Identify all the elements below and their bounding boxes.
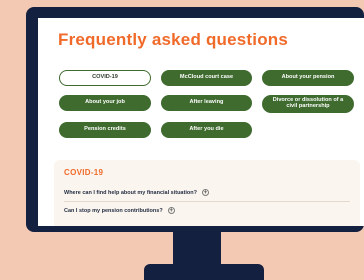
faq-category-button-pension-credits[interactable]: Pension credits [59, 122, 151, 138]
faq-category-label: About your job [85, 99, 125, 106]
plus-circle-icon: + [201, 189, 209, 196]
faq-category-button-after-leaving[interactable]: After leaving [161, 95, 252, 111]
faq-category-label: After you die [189, 126, 224, 133]
webpage-screen: Frequently asked questions COVID-19 McCl… [38, 18, 364, 226]
faq-category-button-divorce-or-dissolution[interactable]: Divorce or dissolution of a civil partne… [262, 95, 354, 113]
page-title: Frequently asked questions [58, 30, 289, 49]
monitor-stand [144, 264, 264, 280]
faq-content-panel: COVID-19 Where can I find help about my … [54, 160, 360, 226]
faq-category-label: McCloud court case [179, 74, 234, 81]
divider [64, 201, 350, 202]
faq-category-label: COVID-19 [92, 74, 118, 81]
faq-category-label: Pension credits [84, 126, 126, 133]
faq-question-text: Can I stop my pension contributions? [64, 207, 163, 214]
faq-question-row[interactable]: Where can I find help about my financial… [64, 189, 350, 202]
faq-question-text: Where can I find help about my financial… [64, 189, 197, 196]
page-root: { "colors": { "background": "#f4c9b3", "… [0, 0, 364, 280]
faq-category-button-after-you-die[interactable]: After you die [161, 122, 252, 138]
faq-category-button-covid-19[interactable]: COVID-19 [59, 70, 151, 86]
plus-circle-icon: + [167, 207, 175, 214]
faq-category-label: After leaving [189, 99, 224, 106]
faq-category-label: Divorce or dissolution of a civil partne… [272, 97, 344, 109]
faq-category-button-about-your-job[interactable]: About your job [59, 95, 151, 111]
faq-category-label: About your pension [281, 74, 335, 81]
faq-category-button-mccloud-court-case[interactable]: McCloud court case [161, 70, 252, 86]
faq-category-button-about-your-pension[interactable]: About your pension [262, 70, 354, 86]
faq-section-heading: COVID-19 [64, 168, 104, 177]
faq-question-row[interactable]: Can I stop my pension contributions? + [64, 207, 350, 214]
